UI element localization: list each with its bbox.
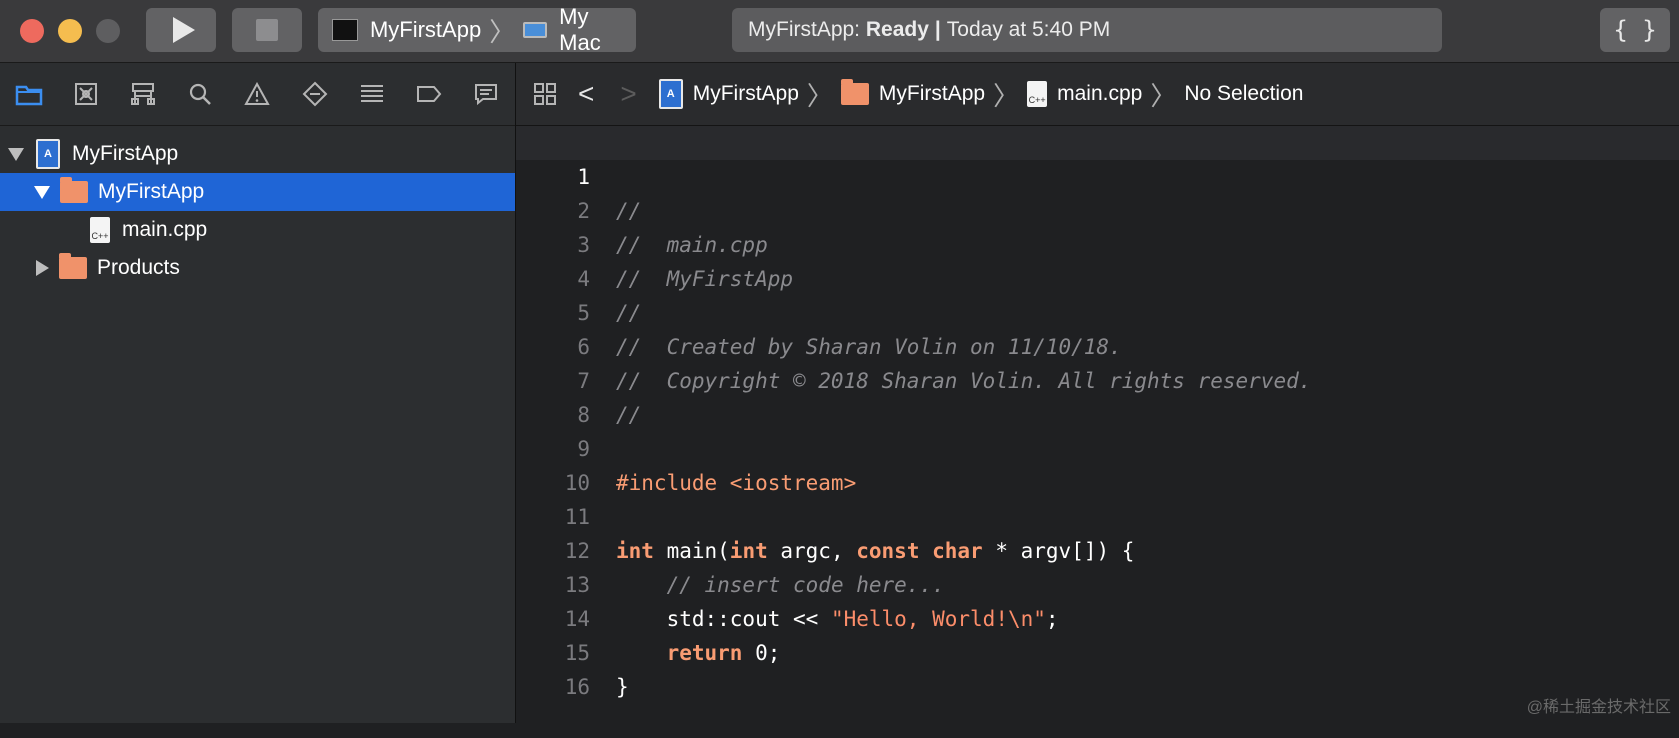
stop-button[interactable] bbox=[232, 8, 302, 52]
code-line[interactable]: 3 // MyFirstApp bbox=[516, 194, 1679, 291]
status-state: Ready bbox=[865, 18, 929, 41]
report-navigator-icon[interactable] bbox=[458, 74, 515, 114]
line-number: 16 bbox=[564, 675, 590, 699]
code-line[interactable]: 12 // insert code here... bbox=[516, 500, 1679, 597]
mac-icon bbox=[523, 22, 548, 38]
code-line[interactable]: 8 bbox=[516, 364, 1679, 427]
code-plain: } bbox=[616, 675, 629, 699]
tree-item-group[interactable]: MyFirstApp bbox=[0, 173, 515, 211]
tree-item-products[interactable]: Products bbox=[0, 249, 515, 287]
jump-bar: < > A MyFirstApp 〉 MyFirstApp 〉 C++ main… bbox=[516, 63, 1679, 126]
run-destination[interactable]: My Mac bbox=[559, 4, 636, 56]
code-line[interactable]: 10 bbox=[516, 432, 1679, 495]
library-button[interactable]: { } bbox=[1600, 8, 1670, 52]
code-line[interactable]: 4 // bbox=[516, 228, 1679, 325]
code-line[interactable]: 14 return 0; bbox=[516, 568, 1679, 665]
jumpbar-file[interactable]: main.cpp bbox=[1057, 82, 1142, 106]
cpp-file-icon: C++ bbox=[1027, 81, 1048, 107]
related-items-icon[interactable] bbox=[532, 81, 558, 107]
tree-item-file[interactable]: C++ main.cpp bbox=[0, 211, 515, 249]
tree-item-label: main.cpp bbox=[122, 218, 208, 241]
status-time: Today at 5:40 PM bbox=[946, 18, 1111, 41]
scheme-selector[interactable]: MyFirstApp 〉 My Mac bbox=[318, 4, 636, 55]
stop-icon bbox=[256, 19, 278, 41]
chevron-right-icon: 〉 bbox=[993, 80, 1020, 111]
code-area[interactable]: 1 // 2 // main.cpp 3 // MyFirstApp 4 // … bbox=[516, 126, 1679, 723]
disclosure-open-icon[interactable] bbox=[8, 147, 24, 161]
play-icon bbox=[173, 17, 195, 43]
status-app: MyFirstApp: bbox=[748, 18, 861, 41]
activity-status: MyFirstApp: Ready | Today at 5:40 PM bbox=[732, 8, 1442, 52]
toolbar: MyFirstApp 〉 My Mac MyFirstApp: Ready | To… bbox=[0, 0, 1679, 63]
xcode-project-icon: A bbox=[658, 79, 683, 109]
back-arrow-icon[interactable]: < bbox=[578, 78, 594, 110]
terminal-app-icon bbox=[332, 19, 358, 41]
status-separator: | bbox=[934, 18, 941, 41]
folder-icon bbox=[59, 253, 87, 279]
folder-icon bbox=[60, 177, 88, 203]
chevron-right-icon: 〉 bbox=[806, 80, 833, 111]
source-control-icon[interactable] bbox=[57, 74, 114, 114]
jumpbar-project[interactable]: MyFirstApp bbox=[693, 82, 799, 106]
source-editor: < > A MyFirstApp 〉 MyFirstApp 〉 C++ main… bbox=[516, 63, 1679, 723]
code-line[interactable]: 11 int main(int argc, const char * argv[… bbox=[516, 466, 1679, 563]
jumpbar-selection[interactable]: No Selection bbox=[1184, 82, 1303, 106]
code-line[interactable]: 15 } bbox=[516, 602, 1679, 699]
project-navigator: A MyFirstApp MyFirstApp C++ main.cpp Pro… bbox=[0, 63, 516, 723]
code-line[interactable]: 6 // Copyright © 2018 Sharan Volin. All … bbox=[516, 296, 1679, 393]
code-line[interactable]: 7 // bbox=[516, 330, 1679, 427]
braces-icon: { } bbox=[1613, 16, 1657, 44]
disclosure-closed-icon[interactable] bbox=[36, 260, 49, 276]
navigator-selector-bar bbox=[0, 63, 515, 126]
tree-item-project[interactable]: A MyFirstApp bbox=[0, 135, 515, 173]
jumpbar-group[interactable]: MyFirstApp bbox=[879, 82, 985, 106]
symbol-navigator-icon[interactable] bbox=[114, 74, 171, 114]
disclosure-open-icon[interactable] bbox=[34, 185, 50, 199]
cpp-file-icon: C++ bbox=[90, 217, 110, 243]
test-navigator-icon[interactable] bbox=[286, 74, 343, 114]
folder-icon bbox=[840, 79, 869, 105]
code-line[interactable]: 9 #include <iostream> bbox=[516, 398, 1679, 495]
debug-navigator-icon[interactable] bbox=[343, 74, 400, 114]
forward-arrow-icon[interactable]: > bbox=[620, 78, 636, 110]
xcode-project-icon: A bbox=[36, 139, 60, 169]
chevron-right-icon: 〉 bbox=[489, 16, 516, 47]
search-icon[interactable] bbox=[172, 74, 229, 114]
run-button[interactable] bbox=[146, 8, 216, 52]
code-line[interactable]: 16 bbox=[516, 636, 1679, 699]
window-minimize-button[interactable] bbox=[58, 19, 82, 43]
folder-navigator-icon[interactable] bbox=[0, 74, 57, 114]
window-zoom-button[interactable] bbox=[96, 19, 120, 43]
scheme-name[interactable]: MyFirstApp bbox=[370, 17, 481, 43]
chevron-right-icon: 〉 bbox=[1150, 80, 1177, 111]
warning-icon[interactable] bbox=[229, 74, 286, 114]
window-close-button[interactable] bbox=[20, 19, 44, 43]
tree-item-label: MyFirstApp bbox=[72, 142, 179, 165]
tree-item-label: Products bbox=[97, 256, 180, 279]
breakpoint-navigator-icon[interactable] bbox=[401, 74, 458, 114]
code-line[interactable]: 2 // main.cpp bbox=[516, 160, 1679, 257]
code-line[interactable]: 13 std::cout << "Hello, World!\n"; bbox=[516, 534, 1679, 631]
tree-item-label: MyFirstApp bbox=[98, 180, 205, 203]
watermark: @稀土掘金技术社区 bbox=[1526, 699, 1671, 716]
code-line[interactable]: 1 // bbox=[516, 126, 1679, 223]
code-line[interactable]: 5 // Created by Sharan Volin on 11/10/18… bbox=[516, 262, 1679, 359]
